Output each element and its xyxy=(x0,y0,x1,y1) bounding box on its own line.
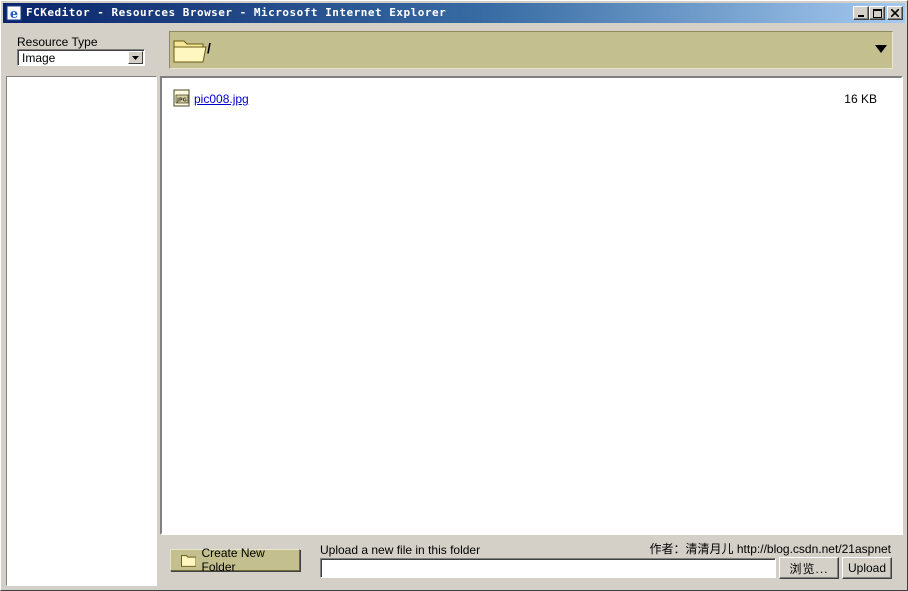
bottom-bar: Create New Folder Upload a new file in t… xyxy=(160,537,903,587)
jpg-file-icon: JPG xyxy=(173,89,190,107)
current-folder-bar[interactable]: / xyxy=(169,31,893,69)
browse-button[interactable]: 浏览... xyxy=(779,557,839,579)
ie-app-icon[interactable]: e xyxy=(6,5,22,21)
current-path: / xyxy=(207,40,211,56)
title-bar[interactable]: e FCKeditor - Resources Browser - Micros… xyxy=(3,3,905,23)
maximize-icon xyxy=(872,8,882,18)
svg-text:e: e xyxy=(10,7,18,21)
maximize-button[interactable] xyxy=(869,6,885,20)
path-dropdown-button[interactable] xyxy=(873,42,889,56)
file-list-pane[interactable]: JPG pic008.jpg 16 KB xyxy=(160,76,903,535)
upload-file-input[interactable] xyxy=(320,558,776,578)
resource-type-value: Image xyxy=(22,51,56,65)
browser-window: e FCKeditor - Resources Browser - Micros… xyxy=(0,0,908,591)
close-icon xyxy=(891,9,899,17)
file-name-link[interactable]: pic008.jpg xyxy=(194,92,249,106)
author-credit: 作者：清清月儿 http://blog.csdn.net/21aspnet xyxy=(649,542,891,556)
resource-type-label: Resource Type xyxy=(17,35,98,49)
minimize-icon xyxy=(858,15,864,17)
file-row[interactable]: JPG pic008.jpg 16 KB xyxy=(173,88,891,108)
file-size: 16 KB xyxy=(844,92,877,106)
svg-text:JPG: JPG xyxy=(176,98,187,104)
chevron-down-icon xyxy=(132,55,139,60)
close-button[interactable] xyxy=(887,6,903,20)
folder-tree-pane[interactable] xyxy=(6,76,157,586)
folder-icon xyxy=(173,40,207,63)
create-new-folder-button[interactable]: Create New Folder xyxy=(170,546,300,574)
triangle-down-icon xyxy=(875,45,887,53)
resource-type-dropdown-button[interactable] xyxy=(128,51,143,64)
minimize-button[interactable] xyxy=(853,6,869,20)
create-folder-label: Create New Folder xyxy=(201,546,265,574)
new-folder-icon xyxy=(181,554,197,567)
resource-type-select[interactable]: Image xyxy=(17,49,145,66)
upload-label: Upload a new file in this folder xyxy=(320,543,481,557)
window-title: FCKeditor - Resources Browser - Microsof… xyxy=(26,6,447,19)
upload-button[interactable]: Upload xyxy=(842,557,892,579)
